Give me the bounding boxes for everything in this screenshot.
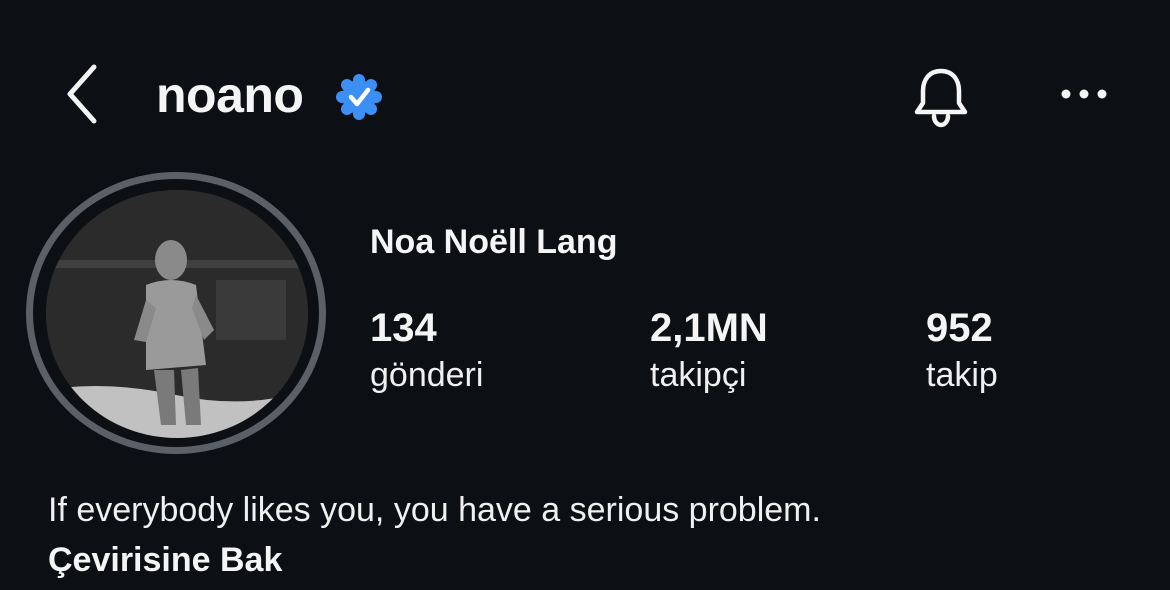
stat-posts-value: 134 (370, 306, 437, 350)
display-name: Noa Noëll Lang (370, 223, 618, 261)
stat-following-value: 952 (926, 306, 993, 350)
bell-icon (914, 68, 968, 128)
notifications-button[interactable] (906, 61, 976, 131)
stat-followers-value: 2,1MN (650, 306, 768, 350)
username: noano (156, 67, 304, 123)
stat-followers-label: takipçi (650, 356, 747, 394)
verified-badge-icon (334, 72, 384, 122)
stat-posts-label: gönderi (370, 356, 484, 394)
more-horizontal-icon (1061, 89, 1107, 99)
stat-following[interactable]: 952 takip (926, 304, 998, 398)
profile-header: noano (0, 55, 1170, 135)
avatar[interactable] (46, 190, 308, 438)
profile-photo (46, 190, 308, 438)
chevron-left-icon (67, 64, 97, 124)
see-translation-link[interactable]: Çevirisine Bak (48, 536, 282, 584)
back-button[interactable] (58, 61, 108, 127)
stat-following-label: takip (926, 356, 998, 394)
profile-page: noano Noa Noëll Lang 134 gönderi 2,1MN t… (0, 0, 1170, 590)
stat-followers[interactable]: 2,1MN takipçi (650, 304, 768, 398)
more-options-button[interactable] (1056, 79, 1112, 109)
stat-posts[interactable]: 134 gönderi (370, 304, 483, 398)
bio-text: If everybody likes you, you have a serio… (48, 491, 821, 529)
